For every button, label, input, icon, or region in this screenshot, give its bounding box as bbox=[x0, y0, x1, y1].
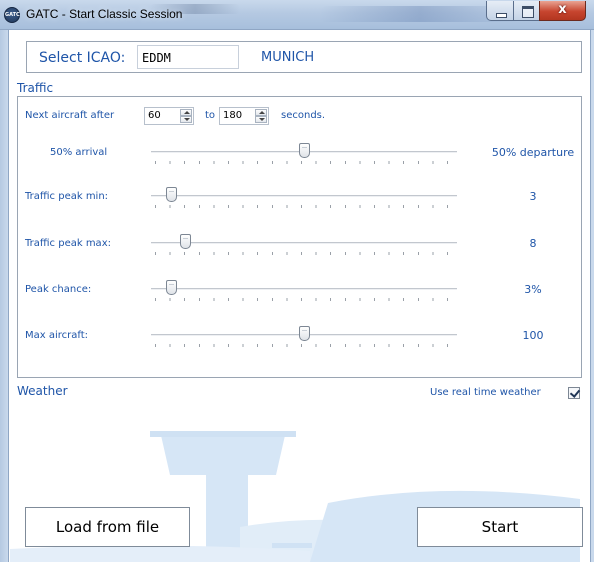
max-aircraft-slider[interactable] bbox=[151, 326, 457, 352]
next-aircraft-min-stepper[interactable]: 60 bbox=[144, 107, 194, 125]
traffic-peak-max-slider[interactable] bbox=[151, 234, 457, 260]
arrival-departure-value: 50% departure bbox=[491, 146, 575, 159]
traffic-peak-min-label: Traffic peak min: bbox=[25, 191, 109, 202]
real-time-weather-label: Use real time weather bbox=[430, 387, 541, 398]
next-aircraft-max-value[interactable]: 180 bbox=[223, 110, 242, 121]
next-aircraft-max-stepper[interactable]: 180 bbox=[219, 107, 269, 125]
next-aircraft-min-value[interactable]: 60 bbox=[148, 110, 161, 121]
slider-thumb[interactable] bbox=[299, 326, 310, 341]
maximize-icon[interactable] bbox=[513, 1, 540, 21]
icao-input[interactable]: EDDM bbox=[137, 45, 239, 69]
peak-chance-label: Peak chance: bbox=[25, 284, 92, 295]
dialog-body: Select ICAO: EDDM MUNICH Traffic Next ai… bbox=[10, 31, 590, 562]
window-frame-right bbox=[590, 30, 594, 562]
window-title: GATC - Start Classic Session bbox=[26, 7, 183, 21]
arrival-departure-label: 50% arrival bbox=[50, 147, 108, 158]
slider-thumb[interactable] bbox=[299, 143, 310, 158]
window-frame-left bbox=[0, 30, 9, 562]
max-aircraft-value: 100 bbox=[522, 329, 544, 342]
load-from-file-button[interactable]: Load from file bbox=[25, 507, 190, 547]
icao-selection-panel: Select ICAO: EDDM MUNICH bbox=[26, 41, 582, 73]
weather-section-title: Weather bbox=[17, 384, 68, 398]
stepper-down-icon[interactable] bbox=[255, 116, 267, 123]
max-aircraft-label: Max aircraft: bbox=[25, 330, 89, 341]
icao-label: Select ICAO: bbox=[39, 50, 126, 66]
title-bar[interactable]: GATC GATC - Start Classic Session x bbox=[0, 0, 594, 30]
stepper-down-icon[interactable] bbox=[180, 116, 192, 123]
next-aircraft-to-label: to bbox=[205, 110, 216, 121]
traffic-peak-max-label: Traffic peak max: bbox=[25, 238, 111, 249]
peak-chance-slider[interactable] bbox=[151, 280, 457, 306]
minimize-icon[interactable] bbox=[486, 1, 514, 21]
traffic-peak-min-value: 3 bbox=[529, 190, 537, 203]
close-icon[interactable]: x bbox=[539, 1, 586, 21]
traffic-peak-max-value: 8 bbox=[529, 237, 537, 250]
slider-thumb[interactable] bbox=[165, 280, 177, 295]
slider-thumb[interactable] bbox=[165, 187, 177, 202]
stepper-up-icon[interactable] bbox=[255, 109, 267, 116]
gatc-logo-icon[interactable]: GATC bbox=[4, 7, 20, 23]
arrival-departure-slider[interactable] bbox=[151, 143, 457, 169]
traffic-peak-min-slider[interactable] bbox=[151, 187, 457, 213]
traffic-section-title: Traffic bbox=[17, 81, 54, 95]
next-aircraft-label: Next aircraft after bbox=[25, 110, 115, 121]
airport-city-name: MUNICH bbox=[261, 50, 315, 65]
stepper-up-icon[interactable] bbox=[180, 109, 192, 116]
traffic-panel: Next aircraft after 60 to 180 seconds. 5… bbox=[17, 96, 582, 378]
peak-chance-value: 3% bbox=[524, 283, 542, 296]
slider-thumb[interactable] bbox=[180, 234, 192, 249]
start-button[interactable]: Start bbox=[417, 507, 583, 547]
real-time-weather-checkbox[interactable] bbox=[568, 387, 580, 399]
seconds-label: seconds. bbox=[281, 110, 326, 121]
